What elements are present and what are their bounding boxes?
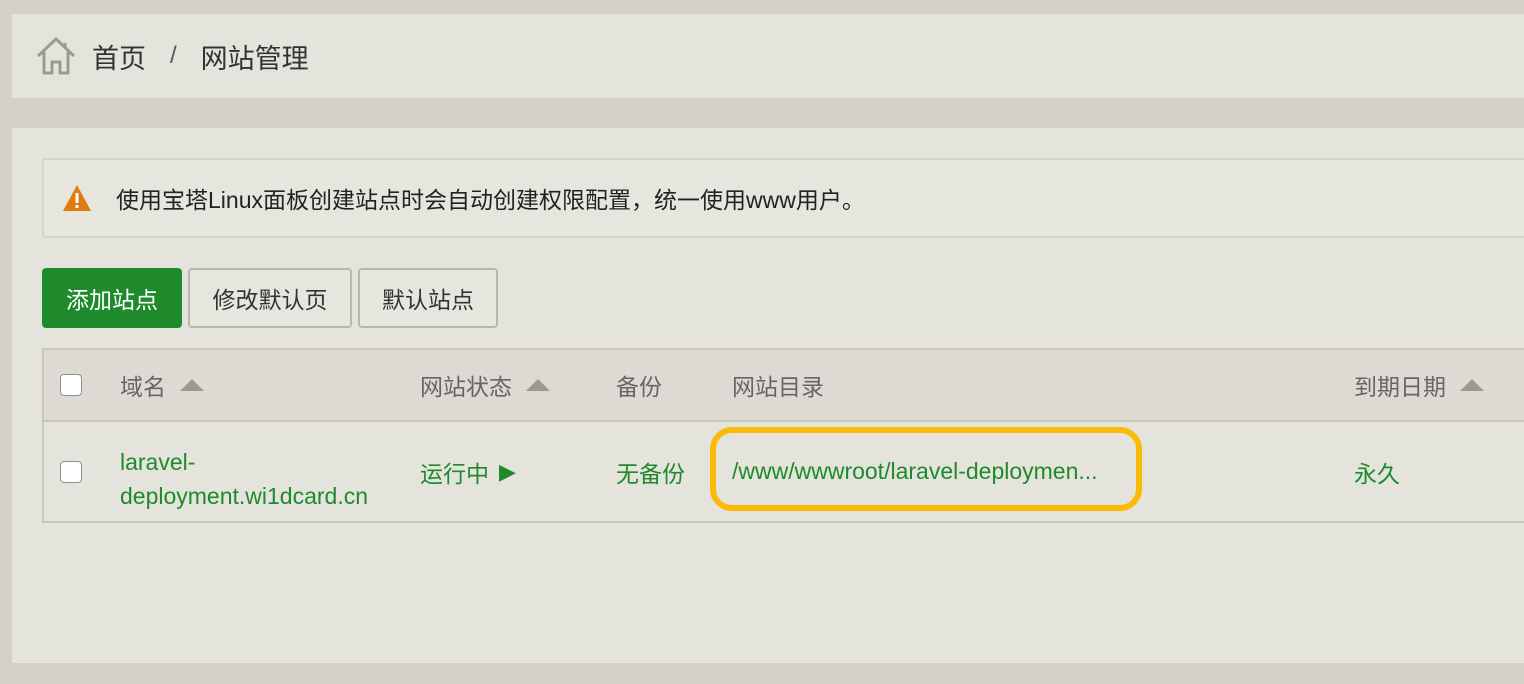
sort-up-icon[interactable] <box>1460 379 1484 391</box>
default-site-button[interactable]: 默认站点 <box>358 268 498 328</box>
breadcrumb-home-link[interactable]: 首页 <box>92 37 146 76</box>
edit-default-page-button[interactable]: 修改默认页 <box>188 268 352 328</box>
sort-up-icon[interactable] <box>180 379 204 391</box>
header-status-label: 网站状态 <box>420 374 512 400</box>
domain-cell[interactable]: laravel- deployment.wi1dcard.cn <box>120 422 368 521</box>
expiry-link[interactable]: 永久 <box>1354 455 1400 489</box>
header-status[interactable]: 网站状态 <box>420 350 550 420</box>
backup-cell[interactable]: 无备份 <box>616 422 685 521</box>
alert-banner: 使用宝塔Linux面板创建站点时会自动创建权限配置，统一使用www用户。 <box>42 158 1524 238</box>
breadcrumb-separator: / <box>170 42 177 69</box>
header-backup-label: 备份 <box>616 374 662 400</box>
header-domain-label: 域名 <box>120 374 166 400</box>
toolbar: 添加站点 修改默认页 默认站点 <box>42 268 498 328</box>
header-directory: 网站目录 <box>732 350 824 420</box>
select-all-checkbox[interactable] <box>60 374 82 396</box>
main-panel: 使用宝塔Linux面板创建站点时会自动创建权限配置，统一使用www用户。 添加站… <box>12 128 1524 663</box>
breadcrumb-current: 网站管理 <box>200 43 309 74</box>
add-site-button[interactable]: 添加站点 <box>42 268 182 328</box>
domain-link[interactable]: laravel- deployment.wi1dcard.cn <box>120 430 368 513</box>
row-select-cell <box>60 422 82 521</box>
domain-line-1: laravel- <box>120 449 196 475</box>
sites-table: 域名 网站状态 备份 网站目录 到期日期 laravel- deployment… <box>42 348 1524 523</box>
home-icon[interactable] <box>34 34 78 78</box>
header-expiry[interactable]: 到期日期 <box>1354 350 1484 420</box>
select-all-cell <box>60 350 82 420</box>
play-icon[interactable]: ▶ <box>499 459 516 485</box>
header-backup: 备份 <box>616 350 662 420</box>
table-header: 域名 网站状态 备份 网站目录 到期日期 <box>44 350 1524 422</box>
sort-up-icon[interactable] <box>526 379 550 391</box>
warning-icon <box>63 185 91 211</box>
expiry-cell[interactable]: 永久 <box>1354 422 1400 521</box>
table-row: laravel- deployment.wi1dcard.cn 运行中 ▶ 无备… <box>44 422 1524 521</box>
header-expiry-label: 到期日期 <box>1354 374 1446 400</box>
header-domain[interactable]: 域名 <box>120 350 204 420</box>
breadcrumb: 首页 / 网站管理 <box>12 14 1524 98</box>
domain-line-2: deployment.wi1dcard.cn <box>120 483 369 509</box>
status-cell[interactable]: 运行中 ▶ <box>420 422 516 521</box>
status-text[interactable]: 运行中 <box>420 455 489 489</box>
header-directory-label: 网站目录 <box>732 374 824 400</box>
backup-link[interactable]: 无备份 <box>616 455 685 489</box>
alert-text: 使用宝塔Linux面板创建站点时会自动创建权限配置，统一使用www用户。 <box>116 187 865 213</box>
directory-cell[interactable]: /www/wwwroot/laravel-deploymen... <box>732 422 1098 521</box>
row-checkbox[interactable] <box>60 460 82 483</box>
directory-link[interactable]: /www/wwwroot/laravel-deploymen... <box>732 458 1098 485</box>
